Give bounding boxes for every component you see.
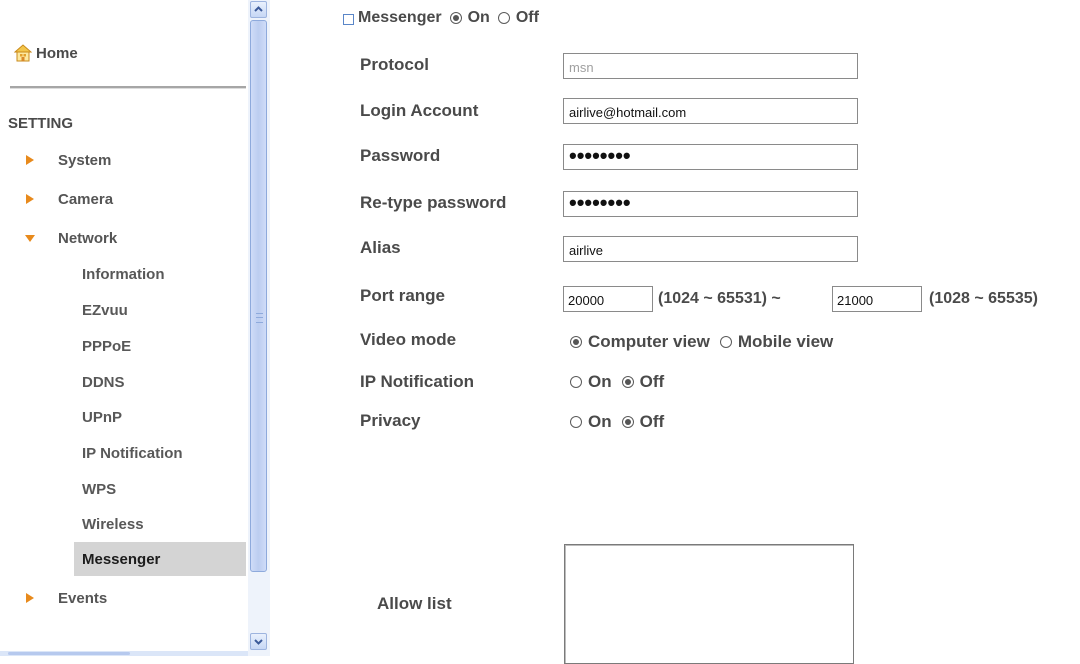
arrow-right-icon (26, 155, 34, 165)
privacy-off-label: Off (639, 412, 665, 431)
sidebar-subitem-wireless[interactable]: Wireless (74, 507, 246, 541)
sidebar-scrollbar[interactable] (248, 0, 270, 656)
horizontal-scrollbar[interactable] (0, 651, 248, 656)
sidebar-item-camera[interactable]: Camera (0, 184, 246, 214)
login-account-input[interactable] (563, 98, 858, 124)
arrow-down-icon (25, 235, 35, 242)
scroll-up-button[interactable] (250, 1, 267, 18)
port-range-label: Port range (360, 286, 446, 305)
chevron-up-icon (254, 6, 263, 12)
ip-notification-options: On Off (570, 372, 664, 392)
messenger-off-option[interactable]: Off (497, 9, 539, 27)
messenger-off-label: Off (515, 9, 539, 26)
radio-privacy-on[interactable] (570, 416, 582, 428)
sidebar-subitem-upnp[interactable]: UPnP (74, 400, 246, 434)
messenger-title: Messenger (358, 9, 442, 26)
login-account-label: Login Account (360, 101, 479, 120)
sidebar-subitem-ip-notification[interactable]: IP Notification (74, 436, 246, 470)
home-link[interactable]: Home (14, 40, 78, 66)
password-label: Password (360, 146, 441, 165)
arrow-right-icon (26, 593, 34, 603)
sidebar-item-label: Network (58, 229, 118, 247)
privacy-on-label: On (588, 412, 612, 431)
alias-input[interactable] (563, 236, 858, 262)
allow-list-textarea[interactable] (564, 544, 854, 664)
sidebar-item-label: Camera (58, 190, 114, 208)
retype-password-label: Re-type password (360, 193, 507, 212)
radio-off-icon[interactable] (497, 12, 510, 24)
mobile-view-label: Mobile view (737, 332, 834, 351)
ip-notification-label: IP Notification (360, 372, 474, 391)
setting-heading: SETTING (8, 115, 74, 132)
messenger-on-option[interactable]: On (449, 9, 490, 27)
alias-label: Alias (360, 238, 401, 257)
messenger-checkbox[interactable] (343, 14, 354, 25)
sidebar-subitem-information[interactable]: Information (74, 257, 246, 291)
radio-computer-view[interactable] (570, 336, 582, 348)
radio-mobile-view[interactable] (719, 336, 732, 348)
sidebar-subitem-wps[interactable]: WPS (74, 472, 246, 506)
scroll-down-button[interactable] (250, 633, 267, 650)
video-mode-options: Computer view Mobile view (570, 332, 833, 352)
radio-ip-notification-off[interactable] (621, 376, 634, 388)
radio-privacy-off[interactable] (621, 416, 634, 428)
grip-icon (256, 313, 263, 323)
ip-notification-on-label: On (588, 372, 612, 391)
sidebar-subitem-messenger[interactable]: Messenger (74, 542, 246, 576)
sidebar-item-events[interactable]: Events (0, 583, 246, 613)
sidebar-subitem-pppoe[interactable]: PPPoE (74, 329, 246, 363)
sidebar-subitem-ezvuu[interactable]: EZvuu (74, 293, 246, 327)
port-start-range-text: (1024 ~ 65531) ~ (658, 290, 781, 307)
sidebar-divider (10, 86, 246, 89)
video-mode-label: Video mode (360, 330, 457, 349)
computer-view-label: Computer view (588, 332, 710, 351)
arrow-right-icon (26, 194, 34, 204)
privacy-label: Privacy (360, 411, 421, 430)
messenger-toggle-row: Messenger On Off (358, 9, 539, 27)
retype-password-input[interactable]: •••••••• (563, 191, 858, 217)
protocol-field (563, 53, 858, 79)
sidebar-subitem-ddns[interactable]: DDNS (74, 365, 246, 399)
radio-ip-notification-on[interactable] (570, 376, 582, 388)
messenger-on-label: On (467, 9, 490, 26)
ip-notification-off-label: Off (639, 372, 665, 391)
privacy-options: On Off (570, 412, 664, 432)
allow-list-label: Allow list (377, 594, 452, 613)
port-end-input[interactable] (832, 286, 922, 312)
radio-on-icon[interactable] (449, 12, 462, 24)
home-icon (14, 44, 32, 62)
password-input[interactable]: •••••••• (563, 144, 858, 170)
sidebar-item-system[interactable]: System (0, 145, 246, 175)
sidebar-item-network[interactable]: Network (0, 223, 246, 253)
chevron-down-icon (254, 639, 263, 645)
port-start-input[interactable] (563, 286, 653, 312)
protocol-label: Protocol (360, 55, 429, 74)
sidebar-item-label: Events (58, 589, 108, 607)
home-label: Home (36, 44, 78, 62)
port-end-range-text: (1028 ~ 65535) (929, 290, 1038, 307)
sidebar-item-label: System (58, 151, 112, 169)
sidebar: Home SETTING System Camera Network Infor… (0, 0, 248, 656)
scroll-thumb[interactable] (250, 20, 267, 572)
